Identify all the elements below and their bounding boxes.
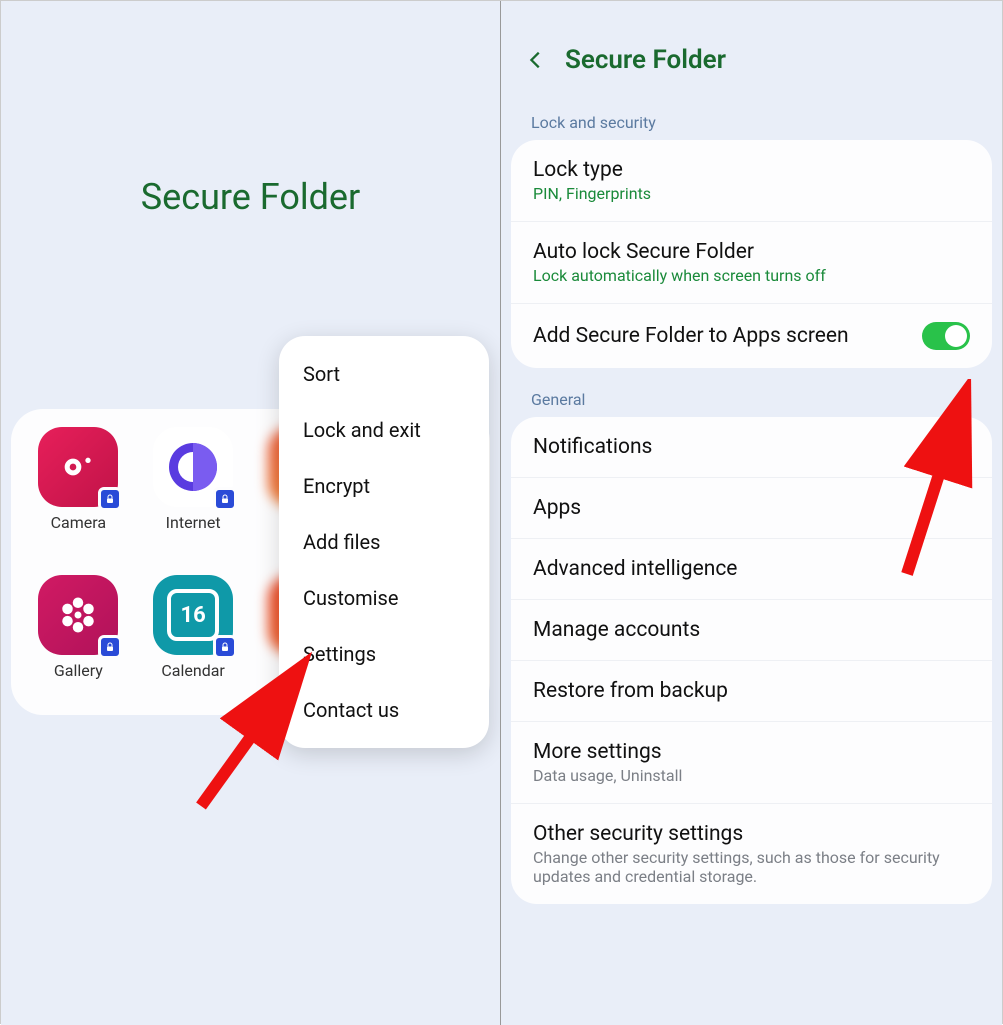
menu-contact-us[interactable]: Contact us bbox=[279, 682, 489, 738]
lock-badge-icon bbox=[98, 635, 122, 659]
menu-settings[interactable]: Settings bbox=[279, 626, 489, 682]
app-label: Calendar bbox=[140, 661, 247, 680]
app-gallery[interactable]: Gallery bbox=[25, 575, 132, 697]
lock-badge-icon bbox=[98, 487, 122, 511]
overflow-menu: Sort Lock and exit Encrypt Add files Cus… bbox=[279, 336, 489, 748]
row-notifications[interactable]: Notifications bbox=[511, 417, 992, 478]
row-add-to-apps-screen[interactable]: Add Secure Folder to Apps screen bbox=[511, 304, 992, 368]
row-apps[interactable]: Apps bbox=[511, 478, 992, 539]
row-other-security-settings[interactable]: Other security settings Change other sec… bbox=[511, 804, 992, 904]
secure-folder-app-screen: Secure Folder Camera Internet bbox=[1, 1, 501, 1025]
secure-folder-settings-screen: Secure Folder Lock and security Lock typ… bbox=[501, 1, 1002, 1025]
menu-lock-and-exit[interactable]: Lock and exit bbox=[279, 402, 489, 458]
page-title: Secure Folder bbox=[1, 176, 500, 218]
app-label: Camera bbox=[25, 513, 132, 532]
row-restore-from-backup[interactable]: Restore from backup bbox=[511, 661, 992, 722]
card-lock-and-security: Lock type PIN, Fingerprints Auto lock Se… bbox=[511, 140, 992, 368]
header-title: Secure Folder bbox=[565, 45, 726, 75]
calendar-day: 16 bbox=[167, 589, 219, 641]
card-general: Notifications Apps Advanced intelligence… bbox=[511, 417, 992, 904]
back-icon[interactable] bbox=[525, 49, 547, 71]
menu-customise[interactable]: Customise bbox=[279, 570, 489, 626]
section-lock-and-security: Lock and security bbox=[501, 105, 1002, 140]
row-advanced-intelligence[interactable]: Advanced intelligence bbox=[511, 539, 992, 600]
app-calendar[interactable]: 16 Calendar bbox=[140, 575, 247, 697]
row-more-settings[interactable]: More settings Data usage, Uninstall bbox=[511, 722, 992, 804]
app-internet[interactable]: Internet bbox=[140, 427, 247, 549]
app-camera[interactable]: Camera bbox=[25, 427, 132, 549]
app-label: Gallery bbox=[25, 661, 132, 680]
row-lock-type[interactable]: Lock type PIN, Fingerprints bbox=[511, 140, 992, 222]
app-label: Internet bbox=[140, 513, 247, 532]
lock-badge-icon bbox=[213, 487, 237, 511]
menu-sort[interactable]: Sort bbox=[279, 346, 489, 402]
toggle-add-to-apps[interactable] bbox=[922, 322, 970, 350]
menu-add-files[interactable]: Add files bbox=[279, 514, 489, 570]
settings-header: Secure Folder bbox=[501, 1, 1002, 105]
lock-badge-icon bbox=[213, 635, 237, 659]
menu-encrypt[interactable]: Encrypt bbox=[279, 458, 489, 514]
section-general: General bbox=[501, 382, 1002, 417]
row-manage-accounts[interactable]: Manage accounts bbox=[511, 600, 992, 661]
row-auto-lock[interactable]: Auto lock Secure Folder Lock automatical… bbox=[511, 222, 992, 304]
